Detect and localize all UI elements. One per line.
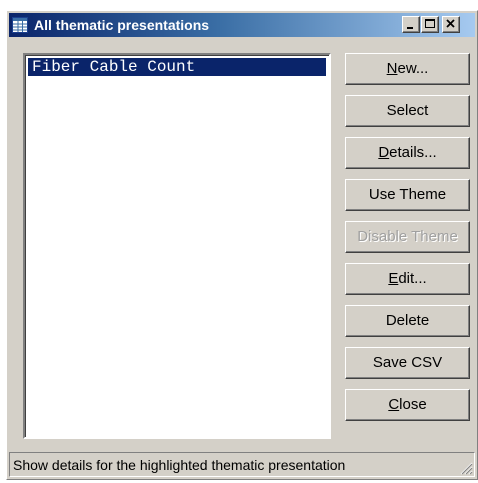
use-theme-button[interactable]: Use Theme [345,179,470,211]
status-bar: Show details for the highlighted themati… [9,452,475,477]
list-item[interactable]: Fiber Cable Count [28,58,326,76]
new-button[interactable]: New... [345,53,470,85]
maximize-icon [425,19,435,28]
close-icon [446,19,455,28]
dialog-window: All thematic presentations Fiber Cable C… [6,10,478,480]
delete-button[interactable]: Delete [345,305,470,337]
edit-button[interactable]: Edit... [345,263,470,295]
disable-theme-button[interactable]: Disable Theme [345,221,470,253]
status-text: Show details for the highlighted themati… [13,457,346,473]
close-button[interactable]: Close [345,389,470,421]
maximize-button[interactable] [421,16,439,33]
select-button[interactable]: Select [345,95,470,127]
title-bar[interactable]: All thematic presentations [9,13,475,37]
presentations-list[interactable]: Fiber Cable Count [23,53,331,439]
resize-grip-icon[interactable] [459,461,473,475]
close-window-button[interactable] [442,16,460,33]
window-title: All thematic presentations [34,17,210,33]
details-button[interactable]: Details... [345,137,470,169]
minimize-icon [407,27,413,29]
save-csv-button[interactable]: Save CSV [345,347,470,379]
table-icon [12,17,28,33]
minimize-button[interactable] [402,16,420,33]
